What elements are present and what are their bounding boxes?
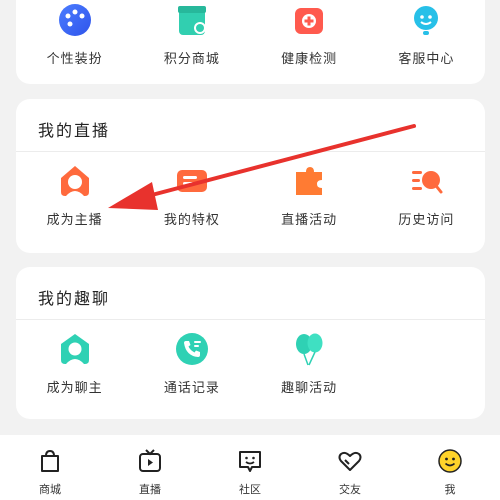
section-title-live: 我的直播	[38, 121, 111, 140]
menu-item-become-host[interactable]: 成为主播	[16, 161, 133, 228]
tv-icon	[136, 447, 164, 475]
live-grid: 成为主播 我的特权 直播活动 历史访问	[16, 161, 485, 228]
smiley-avatar-icon	[436, 447, 464, 475]
menu-item-label: 积分商城	[163, 52, 220, 67]
menu-item-label: 直播活动	[281, 213, 338, 228]
menu-item-label: 健康检测	[281, 52, 338, 67]
divider	[16, 319, 485, 320]
host-icon	[55, 161, 95, 201]
menu-item-label: 趣聊活动	[281, 381, 338, 396]
nav-label: 商城	[39, 483, 61, 496]
nav-tab-community[interactable]: 社区	[200, 435, 300, 500]
menu-item-points-mall[interactable]: 积分商城	[133, 0, 250, 67]
nav-tab-mall[interactable]: 商城	[0, 435, 100, 500]
menu-item-label: 历史访问	[398, 213, 455, 228]
menu-item-history-visits[interactable]: 历史访问	[368, 161, 485, 228]
services-grid: 个性装扮 积分商城 健康检测 客服中心	[16, 0, 485, 67]
balloon-icon	[289, 329, 329, 369]
chat-host-icon	[55, 329, 95, 369]
menu-item-become-chat-host[interactable]: 成为聊主	[16, 329, 133, 396]
menu-item-label: 个性装扮	[46, 52, 103, 67]
privilege-icon	[172, 161, 212, 201]
menu-item-label: 客服中心	[398, 52, 455, 67]
menu-item-label: 成为主播	[46, 213, 103, 228]
nav-tab-friends[interactable]: 交友	[300, 435, 400, 500]
my-chat-card: 我的趣聊 成为聊主 通话记录 趣聊活动	[16, 267, 485, 419]
chat-grid: 成为聊主 通话记录 趣聊活动	[16, 329, 485, 396]
nav-label: 我	[444, 483, 456, 496]
nav-label: 社区	[239, 483, 261, 496]
customer-service-icon	[406, 0, 446, 40]
services-card: 个性装扮 积分商城 健康检测 客服中心	[16, 0, 485, 84]
community-icon	[236, 447, 264, 475]
shop-icon	[172, 0, 212, 40]
nav-label: 直播	[139, 483, 161, 496]
menu-item-personal-decoration[interactable]: 个性装扮	[16, 0, 133, 67]
menu-item-label: 通话记录	[163, 381, 220, 396]
puzzle-icon	[289, 161, 329, 201]
menu-item-live-activity[interactable]: 直播活动	[251, 161, 368, 228]
my-live-card: 我的直播 成为主播 我的特权 直播活动 历史访问	[16, 99, 485, 253]
nav-tab-live[interactable]: 直播	[100, 435, 200, 500]
menu-item-label: 成为聊主	[46, 381, 103, 396]
bottom-navigation: 商城 直播 社区 交友 我	[0, 435, 500, 500]
menu-item-chat-activity[interactable]: 趣聊活动	[251, 329, 368, 396]
nav-tab-me[interactable]: 我	[400, 435, 500, 500]
shopping-bag-icon	[36, 447, 64, 475]
menu-item-my-privilege[interactable]: 我的特权	[133, 161, 250, 228]
menu-item-label: 我的特权	[163, 213, 220, 228]
menu-item-call-log[interactable]: 通话记录	[133, 329, 250, 396]
section-title-chat: 我的趣聊	[38, 289, 111, 308]
nav-label: 交友	[339, 483, 361, 496]
call-log-icon	[172, 329, 212, 369]
divider	[16, 151, 485, 152]
palette-icon	[55, 0, 95, 40]
menu-item-health-check[interactable]: 健康检测	[251, 0, 368, 67]
history-icon	[406, 161, 446, 201]
heart-icon	[336, 447, 364, 475]
menu-item-customer-service[interactable]: 客服中心	[368, 0, 485, 67]
medical-kit-icon	[289, 0, 329, 40]
